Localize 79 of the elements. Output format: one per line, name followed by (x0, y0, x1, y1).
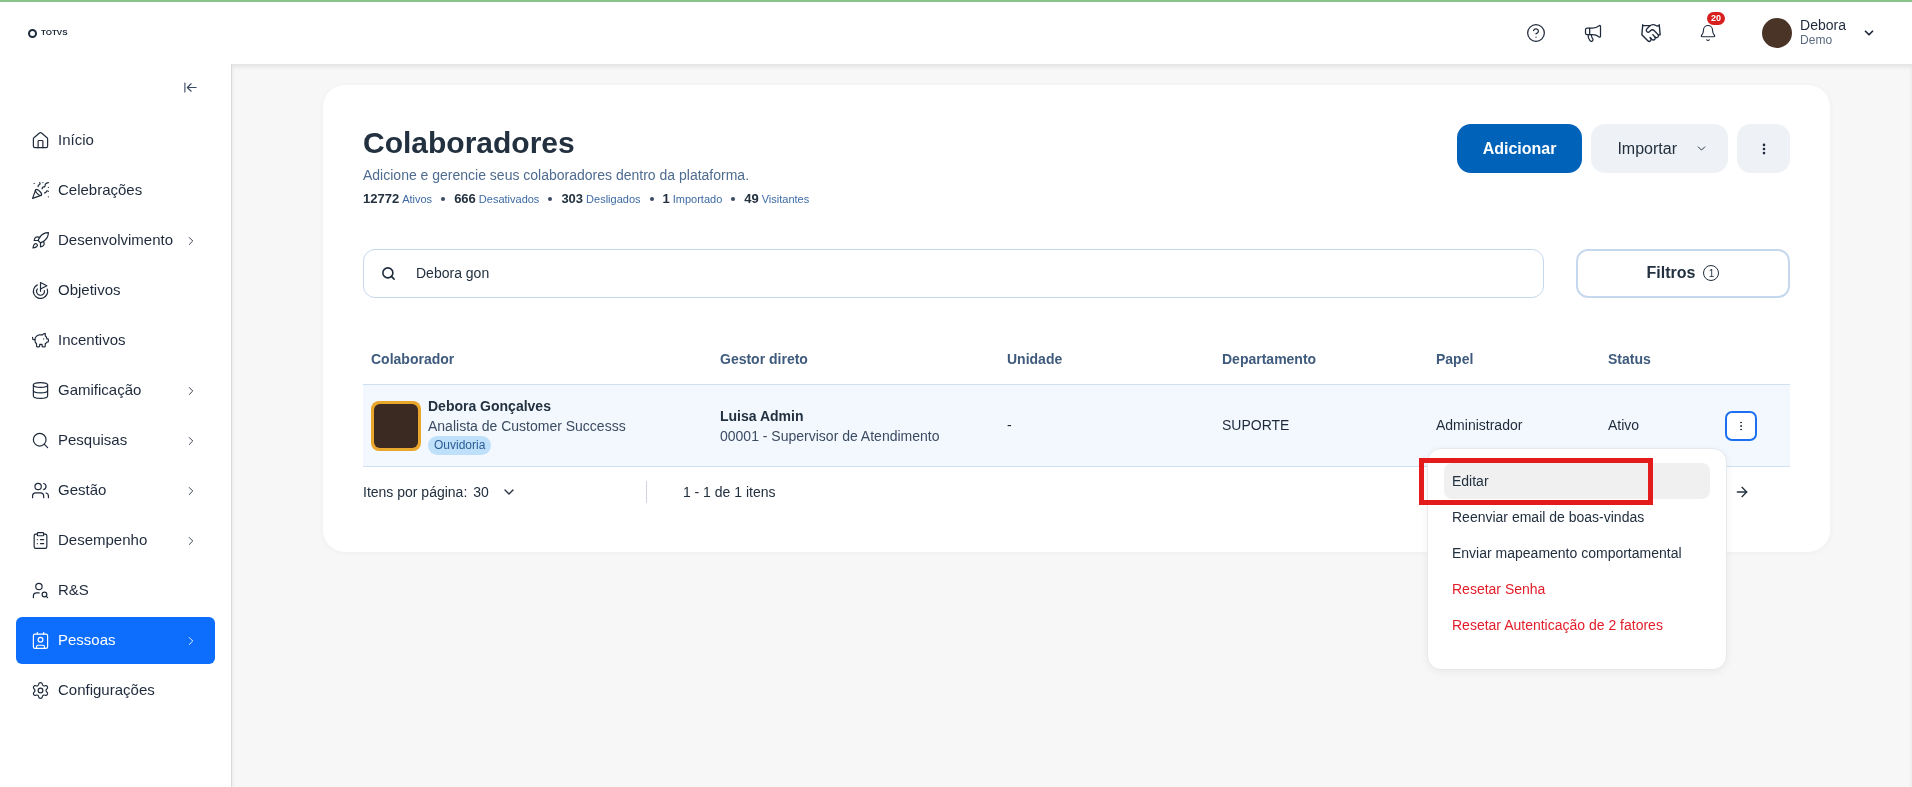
stat-value: 1 (662, 190, 670, 208)
collapse-sidebar-icon[interactable] (183, 80, 198, 95)
magnifier-icon (31, 431, 50, 450)
manager-detail: 00001 - Supervisor de Atendimento (720, 426, 941, 446)
user-role: Demo (1800, 33, 1834, 48)
manager-name: Luisa Admin (720, 406, 805, 426)
next-page-icon[interactable] (1734, 484, 1750, 500)
sidebar-item[interactable]: Desempenho (16, 517, 215, 564)
sidebar-item[interactable]: Celebrações (16, 167, 215, 214)
notification-count: 20 (1707, 12, 1726, 25)
sidebar-item[interactable]: R&S (16, 567, 215, 614)
sidebar-item[interactable]: Configurações (16, 667, 215, 714)
column-header: Unidade (1007, 334, 1222, 385)
column-header: Departamento (1222, 334, 1436, 385)
help-icon[interactable] (1526, 23, 1547, 43)
rocket-icon (31, 231, 50, 250)
party-popper-icon (31, 181, 50, 200)
logo: TOTVS (28, 27, 68, 39)
menu-item[interactable]: Reenviar email de boas-vindas (1444, 499, 1710, 535)
filters-button[interactable]: Filtros 1 (1576, 248, 1790, 298)
sidebar-item[interactable]: Início (16, 117, 215, 164)
table-cell: SUPORTE (1222, 384, 1436, 467)
column-header: Status (1608, 334, 1681, 385)
stat-label[interactable]: Importado (672, 191, 723, 208)
sidebar-item[interactable]: Gamificação (16, 367, 215, 414)
bullet-icon (441, 196, 446, 201)
bullet-icon (649, 196, 654, 201)
stat-value: 666 (454, 190, 476, 208)
avatar[interactable] (1762, 18, 1793, 48)
row-actions-button[interactable] (1725, 410, 1757, 441)
sidebar-item[interactable]: Pessoas (16, 617, 215, 664)
menu-item[interactable]: Editar (1444, 463, 1710, 499)
user-search-icon (31, 581, 50, 600)
sidebar-item[interactable]: Gestão (16, 467, 215, 514)
search-icon (381, 265, 396, 281)
items-per-page-select[interactable]: 30 (473, 481, 517, 503)
menu-item[interactable]: Resetar Senha (1444, 571, 1710, 607)
stat-label[interactable]: Desligados (586, 191, 641, 208)
import-button[interactable]: Importar (1591, 124, 1728, 173)
piggy-bank-icon (31, 331, 50, 350)
stat-label[interactable]: Ativos (402, 191, 433, 208)
bullet-icon (548, 196, 553, 201)
sidebar-item[interactable]: Objetivos (16, 267, 215, 314)
menu-item[interactable]: Resetar Autenticação de 2 fatores (1444, 607, 1710, 643)
megaphone-icon[interactable] (1583, 23, 1604, 43)
bullet-icon (731, 196, 736, 201)
stat-value: 303 (561, 190, 584, 208)
stat-value: 12772 (363, 190, 400, 208)
checklist-icon (31, 531, 50, 550)
page-subtitle: Adicione e gerencie seus colaboradores dentro da plataforma. (363, 166, 751, 185)
people-icon (31, 481, 50, 500)
sidebar-item[interactable]: Incentivos (16, 317, 215, 364)
stat-value: 49 (744, 190, 759, 208)
department-tag: Ouvidoria (428, 436, 492, 455)
stat-label[interactable]: Desativados (478, 191, 540, 208)
sidebar-item[interactable]: Pesquisas (16, 417, 215, 464)
target-icon (31, 281, 50, 300)
handshake-icon[interactable] (1640, 22, 1663, 44)
user-name: Debora (1800, 18, 1846, 33)
employee-role: Analista de Customer Successs (428, 417, 626, 436)
pagination-range: 1 - 1 de 1 itens (682, 482, 776, 502)
sidebar-item[interactable]: Desenvolvimento (16, 217, 215, 264)
settings-icon (31, 681, 50, 700)
employee-name: Debora Gonçalves (428, 397, 552, 416)
home-icon (31, 131, 50, 150)
column-header: Gestor direto (720, 334, 1007, 385)
page-title: Colaboradores (363, 125, 576, 161)
id-badge-icon (31, 631, 50, 650)
add-button[interactable]: Adicionar (1456, 124, 1583, 173)
coin-stack-icon (31, 381, 50, 400)
items-per-page-label: Itens por página: (363, 482, 468, 502)
search-field[interactable]: Debora gon (363, 248, 1544, 298)
stat-label[interactable]: Visitantes (761, 191, 810, 208)
bell-icon[interactable] (1699, 24, 1718, 42)
menu-item[interactable]: Enviar mapeamento comportamental (1444, 535, 1710, 571)
column-header: Papel (1436, 334, 1608, 385)
table-cell: - (1007, 384, 1222, 467)
column-header: Colaborador (363, 334, 720, 385)
avatar (371, 400, 421, 451)
